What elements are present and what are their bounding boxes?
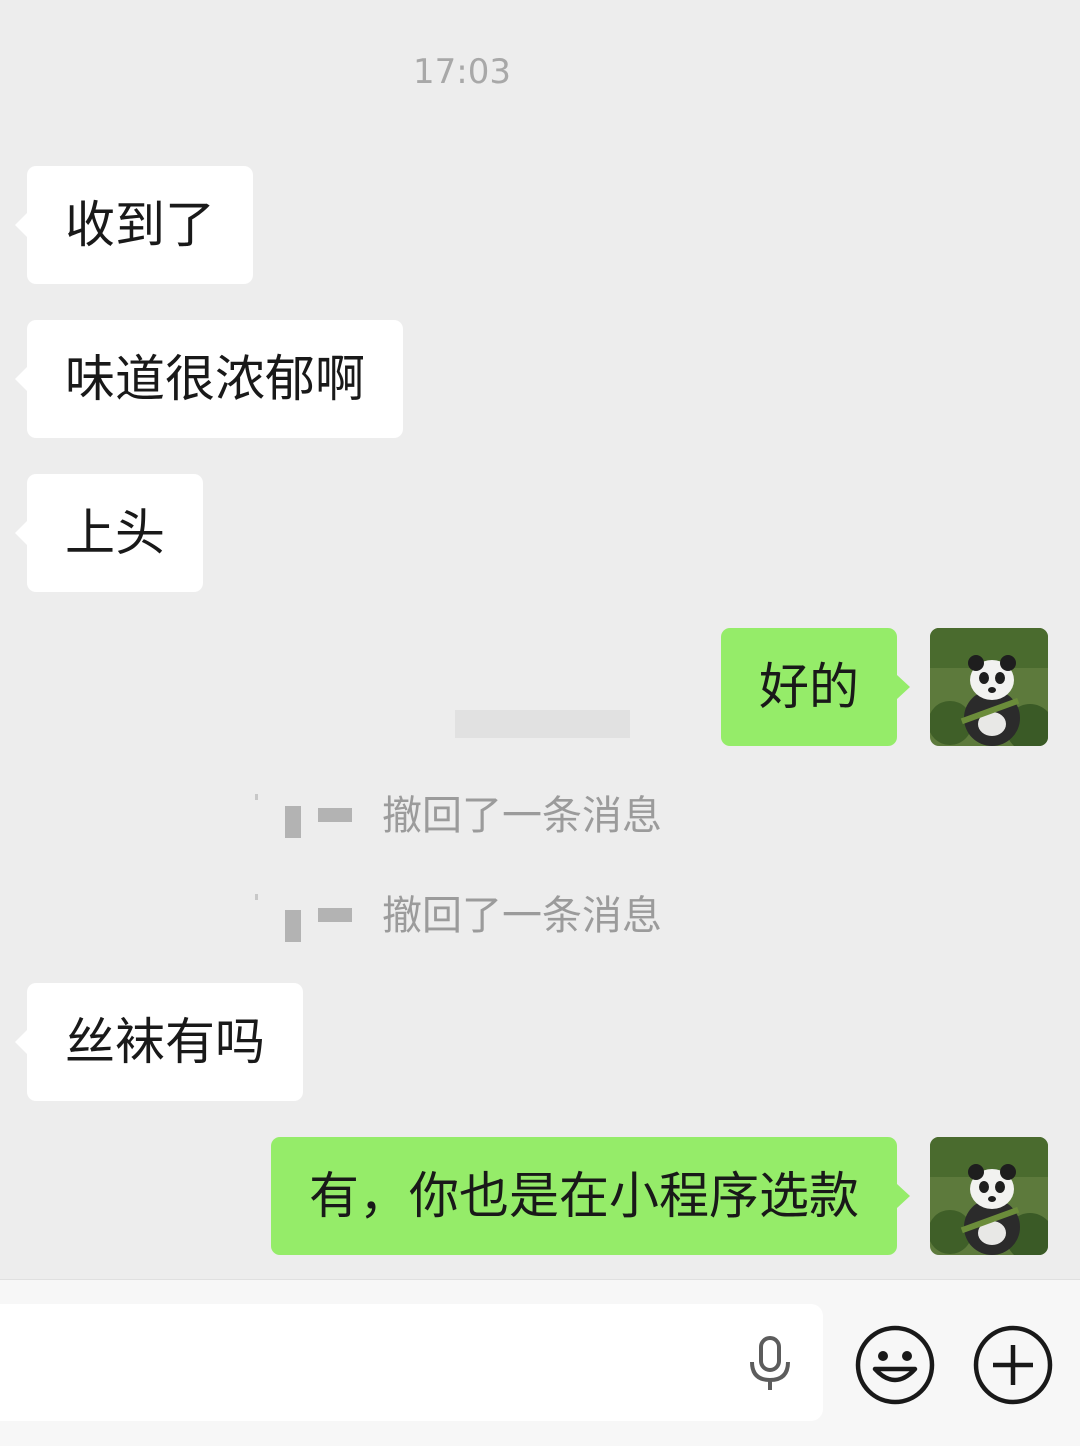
redacted-text <box>455 710 630 738</box>
panda-avatar-icon <box>930 1137 1048 1255</box>
message-text: 有，你也是在小程序选款 <box>309 1167 859 1225</box>
recall-text: 撤回了一条消息 <box>382 793 662 839</box>
recall-notice: 撤回了一条消息 <box>250 886 810 946</box>
avatar[interactable] <box>930 628 1048 746</box>
recall-text: 撤回了一条消息 <box>382 893 662 939</box>
message-text: 丝袜有吗 <box>65 1013 265 1071</box>
message-bubble-incoming[interactable]: 味道很浓郁啊 <box>15 320 403 438</box>
chat-timestamp: 17:03 <box>413 52 511 92</box>
recall-notice: 撤回了一条消息 <box>250 786 810 846</box>
avatar[interactable] <box>930 1137 1048 1255</box>
message-bubble-incoming[interactable]: 收到了 <box>15 166 253 284</box>
message-input[interactable] <box>0 1304 823 1421</box>
chat-screen: 17:03 收到了 味道很浓郁啊 上头 好的 撤回了一条消息 撤回了一条消息 丝… <box>0 0 1080 1446</box>
message-text: 好的 <box>759 658 859 716</box>
message-text: 收到了 <box>65 196 215 254</box>
message-text: 上头 <box>65 504 165 562</box>
redacted-name <box>250 886 370 946</box>
message-bubble-incoming[interactable]: 丝袜有吗 <box>15 983 303 1101</box>
message-bubble-incoming[interactable]: 上头 <box>15 474 203 592</box>
input-toolbar <box>0 1279 1080 1446</box>
emoji-icon[interactable] <box>855 1325 935 1405</box>
message-bubble-outgoing[interactable]: 有，你也是在小程序选款 <box>271 1137 910 1255</box>
microphone-icon[interactable] <box>745 1336 795 1390</box>
redacted-name <box>250 786 370 846</box>
message-text: 味道很浓郁啊 <box>65 350 365 408</box>
panda-avatar-icon <box>930 628 1048 746</box>
plus-icon[interactable] <box>973 1325 1053 1405</box>
message-bubble-outgoing[interactable]: 好的 <box>721 628 910 746</box>
